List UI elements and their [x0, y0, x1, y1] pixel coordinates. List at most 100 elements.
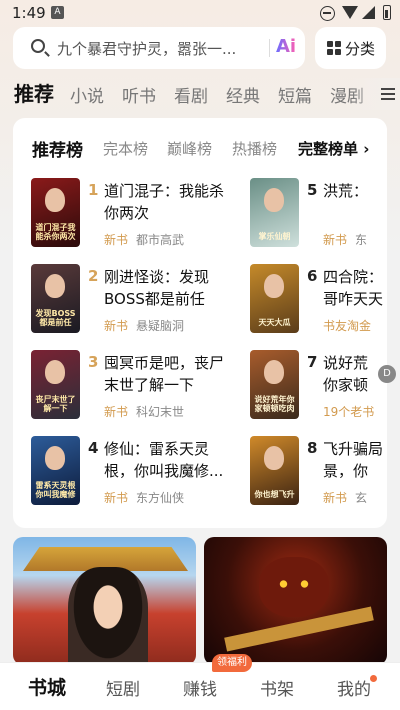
book-tag: 新书	[323, 491, 348, 505]
search-input[interactable]: 九个暴君守护灵，嚣张一...	[57, 38, 262, 59]
ranking-card: 推荐榜 完本榜 巅峰榜 热播榜 完整榜单 › 道门混子我能杀你两次 1 道门混子：我…	[13, 118, 387, 528]
book-tag: 新书	[323, 233, 348, 247]
book-item[interactable]: 丧尸末世了解一下 3 囤冥币是吧，丧尸末世了解一下新书 科幻末世	[31, 350, 231, 426]
cover-figure	[45, 188, 65, 212]
rank-number: 3	[88, 353, 99, 371]
book-item[interactable]: 你也想飞升 8 飞升骗局 景，你 新书玄	[250, 436, 387, 512]
book-item[interactable]: 发现BOSS都是前任 2 刚进怪谈：发现BOSS都是前任 新书 悬疑脑洞	[31, 264, 231, 340]
category-button[interactable]: 分类	[315, 27, 386, 69]
book-genre: 科幻末世	[136, 405, 185, 419]
welfare-badge[interactable]: 领福利	[212, 654, 252, 672]
cover-figure	[264, 274, 284, 298]
book-cover[interactable]: 道门混子我能杀你两次	[31, 178, 80, 247]
book-cover[interactable]: 雷系天灵根你叫我魔修	[31, 436, 80, 505]
search-divider	[269, 39, 270, 57]
book-cover[interactable]: 发现BOSS都是前任	[31, 264, 80, 333]
book-meta: 新书东	[323, 231, 367, 248]
rank-tab-hot[interactable]: 热播榜	[232, 138, 277, 159]
nav-earn[interactable]: 赚钱	[183, 675, 217, 700]
book-genre: 都市高武	[136, 233, 185, 247]
promo-banner-palace[interactable]	[13, 537, 196, 665]
wifi-icon	[342, 6, 358, 19]
book-title[interactable]: 囤冥币是吧，丧尸末世了解一下	[104, 352, 232, 396]
notification-dot	[370, 675, 377, 682]
book-item[interactable]: 掌乐仙朝 5 洪荒： 新书东	[250, 178, 387, 254]
book-item[interactable]: 说好荒年你家顿顿吃肉 7 说好荒 你家顿 19个老书	[250, 350, 387, 426]
cover-title: 雷系天灵根你叫我魔修	[35, 481, 76, 499]
rank-tab-completed[interactable]: 完本榜	[103, 138, 148, 159]
ai-assistant-button[interactable]: Ai	[276, 36, 296, 57]
book-title[interactable]: 飞升骗局	[323, 438, 387, 460]
book-cover[interactable]: 你也想飞升	[250, 436, 299, 505]
nav-bookshelf[interactable]: 书架	[260, 675, 294, 700]
book-meta: 书友淘金	[323, 317, 371, 334]
banner-character	[68, 567, 148, 665]
tab-audiobook[interactable]: 听书	[122, 82, 156, 107]
book-tag: 新书	[104, 491, 129, 505]
nav-short-drama[interactable]: 短剧	[106, 675, 140, 700]
tab-short[interactable]: 短篇	[278, 82, 312, 107]
rank-number: 5	[307, 181, 318, 199]
cover-title: 道门混子我能杀你两次	[35, 223, 76, 241]
rank-tab-recommend[interactable]: 推荐榜	[32, 136, 83, 161]
signal-icon	[362, 6, 375, 19]
rank-number: 4	[88, 439, 99, 457]
book-item[interactable]: 天天大瓜 6 四合院： 哥咋天天书友淘金	[250, 264, 387, 340]
cover-figure	[45, 274, 65, 298]
book-tag: 19个老书	[323, 405, 375, 419]
status-time: 1:49	[12, 4, 46, 22]
tab-classic[interactable]: 经典	[226, 82, 260, 107]
notification-a-icon: A	[51, 6, 64, 19]
tab-novel[interactable]: 小说	[70, 82, 104, 107]
book-item[interactable]: 道门混子我能杀你两次 1 道门混子：我能杀你两次新书 都市高武	[31, 178, 231, 254]
book-tag: 新书	[104, 233, 129, 247]
book-genre: 玄	[355, 491, 368, 505]
book-title[interactable]: 四合院：	[323, 266, 387, 288]
book-title[interactable]: 修仙：雷系天灵根，你叫我魔修...	[104, 438, 232, 482]
rank-tab-peak[interactable]: 巅峰榜	[167, 138, 212, 159]
bottom-nav: 书城 短剧 赚钱 领福利 书架 我的	[0, 654, 400, 710]
book-title[interactable]: 洪荒：	[323, 180, 387, 202]
banner-character	[259, 557, 329, 617]
cover-title: 天天大瓜	[258, 318, 291, 327]
book-title[interactable]: 道门混子：我能杀你两次	[104, 180, 232, 224]
book-cover[interactable]: 丧尸末世了解一下	[31, 350, 80, 419]
full-ranking-link[interactable]: 完整榜单 ›	[298, 138, 369, 159]
menu-icon[interactable]	[381, 87, 395, 101]
cover-title: 发现BOSS都是前任	[35, 309, 76, 327]
floating-button[interactable]: D	[378, 365, 396, 383]
book-meta: 新书玄	[323, 489, 367, 506]
tab-drama[interactable]: 看剧	[174, 82, 208, 107]
nav-mine[interactable]: 我的	[337, 675, 371, 700]
search-bar[interactable]: 九个暴君守护灵，嚣张一... Ai	[13, 27, 305, 69]
rank-number: 7	[307, 353, 318, 371]
category-label: 分类	[345, 40, 376, 58]
status-bar: 1:49 A	[0, 0, 400, 28]
book-meta: 新书 悬疑脑洞	[104, 317, 184, 334]
book-cover[interactable]: 说好荒年你家顿顿吃肉	[250, 350, 299, 419]
book-title-line2[interactable]: 哥咋天天	[323, 288, 387, 309]
book-title-line2[interactable]: 你家顿	[323, 374, 387, 395]
channel-tabs: 推荐 小说 听书 看剧 经典 短篇 漫剧	[0, 78, 400, 110]
book-cover[interactable]: 天天大瓜	[250, 264, 299, 333]
book-genre: 东	[355, 233, 368, 247]
book-genre: 东方仙侠	[136, 491, 185, 505]
tab-recommend[interactable]: 推荐	[14, 78, 54, 107]
book-tag: 新书	[104, 319, 129, 333]
cover-figure	[264, 188, 284, 212]
cover-figure	[264, 446, 284, 470]
book-meta: 新书 东方仙侠	[104, 489, 184, 506]
promo-banner-monkey-king[interactable]	[204, 537, 387, 665]
rank-number: 6	[307, 267, 318, 285]
book-item[interactable]: 雷系天灵根你叫我魔修 4 修仙：雷系天灵根，你叫我魔修... 新书 东方仙侠	[31, 436, 231, 512]
cover-figure	[264, 360, 284, 384]
book-title[interactable]: 刚进怪谈：发现BOSS都是前任	[104, 266, 232, 310]
book-title-line2[interactable]: 景，你	[323, 460, 387, 481]
nav-bookstore[interactable]: 书城	[28, 673, 66, 700]
grid-icon	[327, 41, 341, 55]
book-tag: 新书	[104, 405, 129, 419]
book-genre: 悬疑脑洞	[136, 319, 185, 333]
book-cover[interactable]: 掌乐仙朝	[250, 178, 299, 247]
cover-title: 丧尸末世了解一下	[35, 395, 76, 413]
rank-number: 1	[88, 181, 99, 199]
